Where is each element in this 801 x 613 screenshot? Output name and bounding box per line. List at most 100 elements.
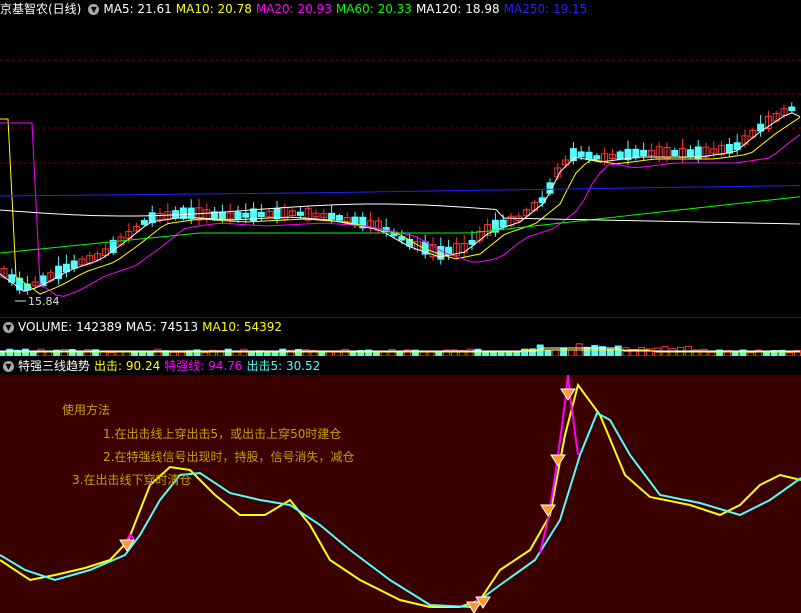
volume-bar — [123, 351, 131, 356]
indicator-name[interactable]: 特强三线趋势 — [18, 359, 90, 373]
volume-ma10: MA10: 54392 — [202, 320, 283, 334]
volume-bar — [380, 351, 388, 356]
candle-body — [296, 211, 304, 216]
candle-body — [499, 219, 507, 228]
ma-label-2: MA20: 20.93 — [255, 2, 332, 16]
volume-bar — [232, 351, 240, 356]
indicator-chart[interactable] — [0, 375, 801, 613]
ma250-line — [0, 185, 801, 197]
volume-bar — [60, 348, 68, 356]
volume-bar — [466, 348, 474, 356]
volume-bar — [271, 352, 279, 356]
candle-body — [616, 151, 624, 160]
volume-bar — [154, 348, 162, 356]
collapse-icon[interactable]: ▼ — [88, 4, 100, 15]
volume-bar — [388, 348, 396, 356]
candle-body — [218, 211, 226, 220]
candle-body — [70, 260, 78, 269]
indicator-header: ▼ 特强三线趋势 出击: 90.24 特强线: 94.76 出击5: 30.52 — [0, 357, 324, 375]
usage-title: 使用方法 — [62, 403, 111, 417]
low-price-label: 15.84 — [28, 295, 60, 308]
volume-bar — [6, 348, 14, 356]
volume-bar — [552, 349, 560, 356]
volume-header: ▼ VOLUME: 142389 MA5: 74513 MA10: 54392 — [0, 318, 286, 336]
volume-bar — [131, 352, 139, 356]
signal-diamond-icon[interactable] — [560, 388, 576, 401]
candle-body — [593, 155, 601, 160]
ma120-line — [0, 203, 801, 225]
candle-body — [585, 151, 593, 160]
ma5-line — [0, 112, 801, 292]
usage-line-2: 2.在特强线信号出现时，持股，信号消失，减仓 — [103, 450, 355, 464]
signal-diamond-icon[interactable] — [540, 504, 556, 517]
volume-bar — [513, 352, 521, 356]
candle-body — [686, 149, 694, 157]
candle-body — [234, 211, 242, 220]
volume-bar — [37, 348, 45, 356]
volume-bar — [263, 351, 271, 356]
collapse-icon[interactable]: ▼ — [3, 361, 14, 372]
volume-bar — [248, 351, 256, 356]
candle-body — [335, 215, 343, 221]
out-label: 出击: 90.24 — [94, 359, 161, 373]
volume-bar — [700, 348, 708, 356]
signal-diamond-icon[interactable] — [550, 454, 566, 467]
candle-body — [140, 220, 148, 225]
volume-bar — [708, 351, 716, 356]
usage-line-1: 1.在出击线上穿出击5，或出击上穿50时建仓 — [103, 427, 342, 441]
volume-bar — [583, 346, 591, 356]
volume-ma5-line — [0, 347, 800, 352]
ma-label-3: MA60: 20.33 — [335, 2, 412, 16]
volume-bar — [396, 351, 404, 356]
volume-bar — [294, 348, 302, 356]
candle-body — [242, 212, 250, 218]
volume-bar — [567, 349, 575, 356]
candle-body — [671, 149, 679, 157]
volume-bar — [224, 348, 232, 356]
volume-bar — [279, 348, 287, 356]
volume-bar — [474, 348, 482, 356]
ma-label-0: MA5: 21.61 — [103, 2, 172, 16]
volume-bar — [177, 351, 185, 356]
usage-line-3: 3.在出击线下穿时清仓 — [72, 473, 192, 487]
candle-body — [328, 212, 336, 220]
volume-ma5: MA5: 74513 — [125, 320, 199, 334]
volume-bar — [747, 352, 755, 356]
volume-bar — [638, 346, 646, 356]
volume-bar — [107, 352, 115, 356]
volume-bar — [544, 349, 552, 356]
candle-body — [257, 211, 265, 218]
candle-body — [577, 151, 585, 158]
strong-label: 特强线: 94.76 — [164, 359, 243, 373]
stock-title[interactable]: 京基智农(日线) — [0, 2, 81, 16]
volume-bar — [201, 352, 209, 356]
ma-legend: MA5: 21.61 MA10: 20.78 MA20: 20.93 MA60: 20… — [103, 2, 591, 16]
volume-chart[interactable] — [0, 336, 801, 356]
candle-body — [632, 148, 640, 159]
volume-bar — [614, 345, 622, 356]
collapse-icon[interactable]: ▼ — [3, 322, 14, 333]
volume-bar — [318, 352, 326, 356]
candlestick-chart[interactable]: 15.84 — [0, 18, 801, 318]
volume-bar — [591, 344, 599, 356]
volume-bar — [731, 352, 739, 356]
volume-bar — [76, 351, 84, 356]
candle-body — [640, 149, 648, 157]
volume-bar — [240, 348, 248, 356]
volume-bar — [786, 352, 794, 356]
out5-line — [0, 411, 801, 609]
volume-bar — [170, 351, 178, 356]
ma-label-5: MA250: 19.15 — [503, 2, 588, 16]
volume-bar — [349, 351, 357, 356]
volume-value: VOLUME: 142389 — [18, 320, 122, 334]
volume-bar — [622, 347, 630, 356]
volume-bar — [21, 348, 29, 356]
ma-label-1: MA10: 20.78 — [175, 2, 252, 16]
volume-bar — [560, 347, 568, 356]
out5-label: 出击5: 30.52 — [246, 359, 321, 373]
volume-bar — [419, 351, 427, 356]
out-line — [0, 382, 801, 608]
main-chart-header: 京基智农(日线) ▼ MA5: 21.61 MA10: 20.78 MA20: 20.9… — [0, 0, 595, 18]
ma-label-4: MA120: 18.98 — [415, 2, 500, 16]
volume-bar — [341, 348, 349, 356]
